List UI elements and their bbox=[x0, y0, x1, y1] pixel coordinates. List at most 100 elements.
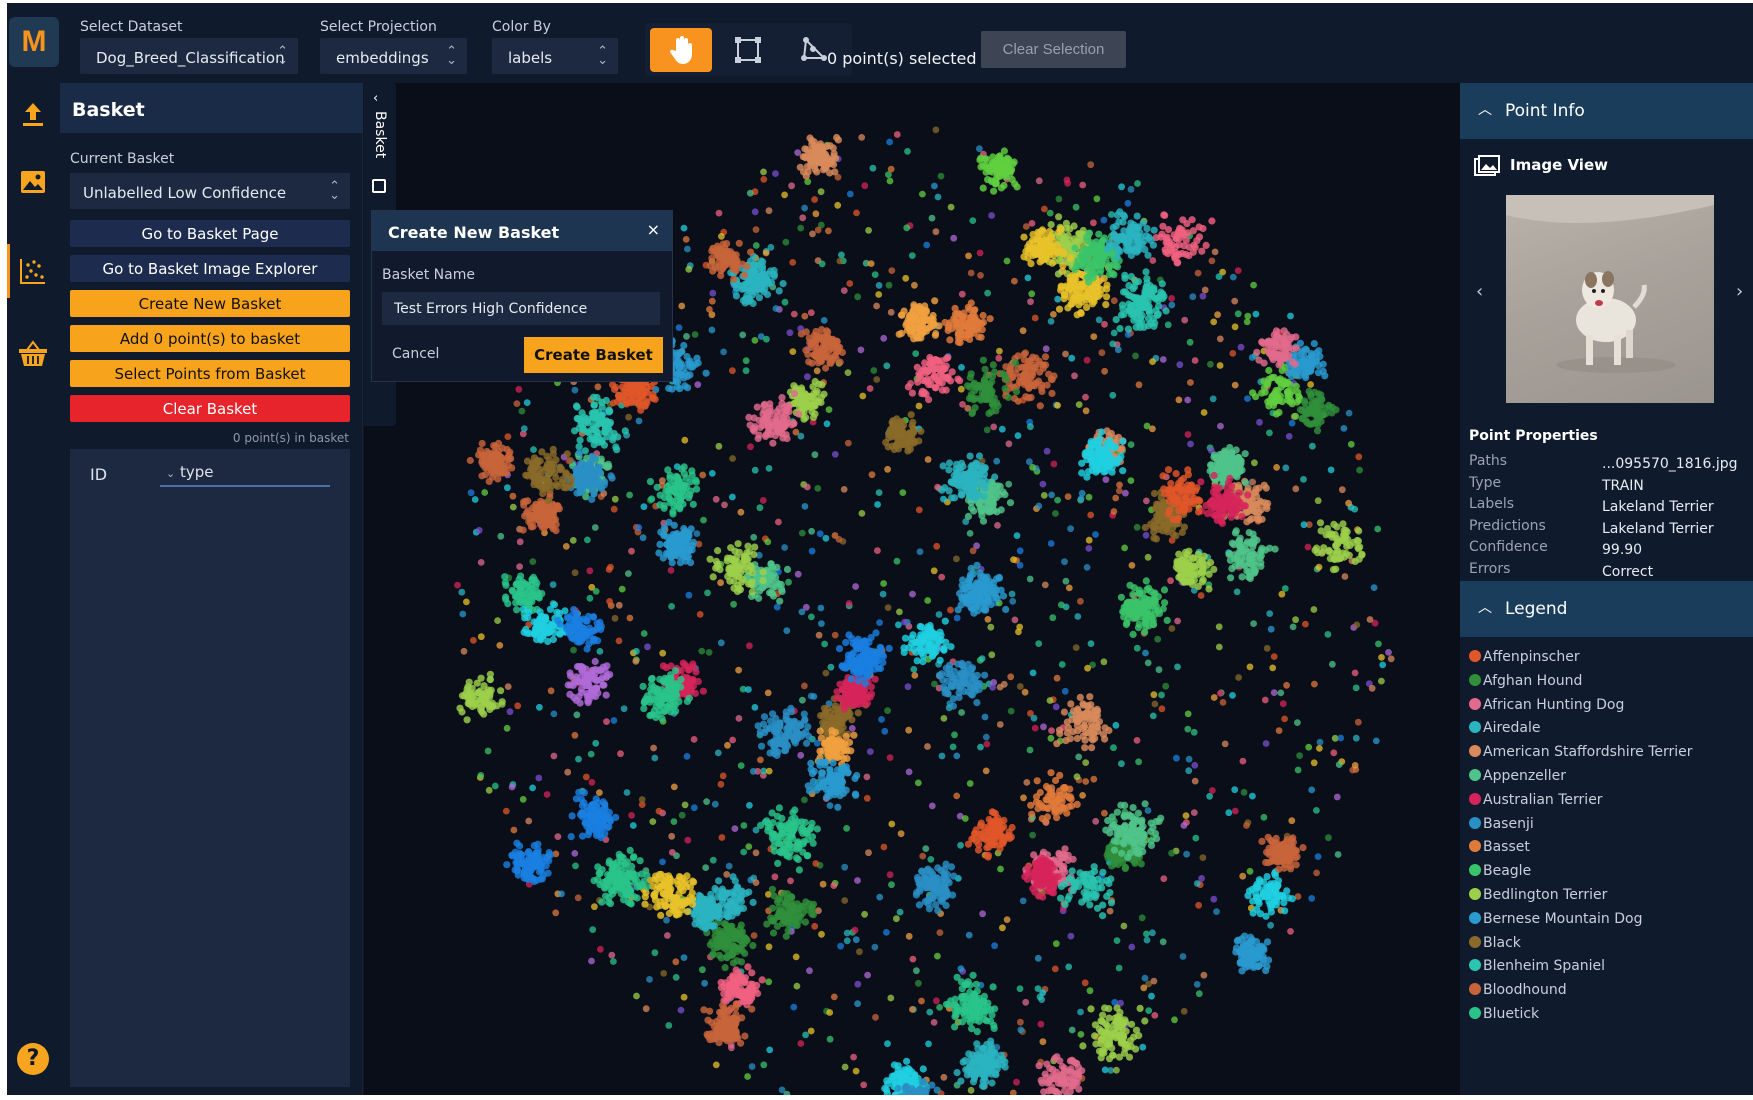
scatter-point[interactable] bbox=[1102, 1028, 1110, 1036]
scatter-point[interactable] bbox=[519, 605, 527, 613]
scatter-point[interactable] bbox=[1235, 674, 1242, 681]
scatter-point[interactable] bbox=[886, 138, 893, 146]
scatter-point[interactable] bbox=[1187, 440, 1194, 448]
scatter-point[interactable] bbox=[519, 796, 527, 803]
scatter-point[interactable] bbox=[823, 713, 832, 721]
scatter-point[interactable] bbox=[843, 937, 851, 945]
scatter-point[interactable] bbox=[1138, 842, 1146, 850]
scatter-point[interactable] bbox=[989, 498, 997, 506]
scatter-point[interactable] bbox=[629, 822, 637, 829]
scatter-point[interactable] bbox=[1213, 465, 1221, 473]
scatter-point[interactable] bbox=[949, 891, 957, 899]
scatter-point[interactable] bbox=[1141, 800, 1149, 808]
scatter-point[interactable] bbox=[1201, 286, 1209, 294]
scatter-point[interactable] bbox=[1026, 746, 1034, 754]
scatter-point[interactable] bbox=[480, 682, 488, 690]
scatter-point[interactable] bbox=[532, 500, 540, 508]
scatter-point[interactable] bbox=[885, 281, 893, 289]
scatter-point[interactable] bbox=[1100, 658, 1108, 666]
scatter-point[interactable] bbox=[951, 731, 958, 739]
scatter-point[interactable] bbox=[751, 466, 759, 474]
scatter-point[interactable] bbox=[639, 534, 647, 542]
scatter-point[interactable] bbox=[592, 588, 600, 595]
scatter-point[interactable] bbox=[715, 951, 723, 959]
scatter-point[interactable] bbox=[681, 436, 689, 444]
scatter-point[interactable] bbox=[1244, 312, 1252, 320]
scatter-point[interactable] bbox=[702, 864, 710, 871]
scatter-point[interactable] bbox=[610, 958, 617, 965]
scatter-point[interactable] bbox=[1098, 1018, 1106, 1026]
scatter-point[interactable] bbox=[763, 335, 770, 343]
scatter-point[interactable] bbox=[598, 438, 606, 446]
scatter-point[interactable] bbox=[925, 1040, 932, 1048]
scatter-point[interactable] bbox=[1125, 811, 1133, 819]
scatter-point[interactable] bbox=[752, 849, 760, 857]
scatter-point[interactable] bbox=[953, 614, 961, 622]
scatter-point[interactable] bbox=[1102, 476, 1110, 483]
scatter-point[interactable] bbox=[573, 711, 581, 719]
scatter-point[interactable] bbox=[730, 600, 737, 608]
scatter-point[interactable] bbox=[831, 631, 839, 639]
scatter-point[interactable] bbox=[1132, 323, 1140, 331]
scatter-point[interactable] bbox=[486, 688, 494, 696]
scatter-point[interactable] bbox=[625, 413, 632, 421]
scatter-point[interactable] bbox=[1309, 442, 1316, 450]
scatter-point[interactable] bbox=[1234, 267, 1242, 274]
scatter-point[interactable] bbox=[652, 713, 660, 722]
scatter-point[interactable] bbox=[1248, 515, 1256, 523]
scatter-point[interactable] bbox=[1042, 1073, 1050, 1082]
scatter-point[interactable] bbox=[700, 516, 707, 524]
scatter-point[interactable] bbox=[854, 877, 861, 884]
scatter-point[interactable] bbox=[1031, 314, 1039, 322]
scatter-point[interactable] bbox=[491, 782, 499, 790]
scatter-point[interactable] bbox=[1141, 296, 1149, 304]
scatter-point[interactable] bbox=[964, 512, 973, 520]
scatter-point[interactable] bbox=[485, 786, 493, 794]
scatter-point[interactable] bbox=[668, 849, 676, 856]
scatter-point[interactable] bbox=[508, 783, 516, 791]
scatter-point[interactable] bbox=[1054, 496, 1061, 504]
scatter-point[interactable] bbox=[554, 833, 562, 840]
scatter-point[interactable] bbox=[1009, 597, 1017, 605]
scatter-point[interactable] bbox=[591, 524, 599, 531]
scatter-point[interactable] bbox=[1125, 1053, 1134, 1061]
scatter-point[interactable] bbox=[909, 590, 916, 598]
scatter-point[interactable] bbox=[720, 348, 727, 356]
scatter-point[interactable] bbox=[948, 683, 956, 691]
scatter-point[interactable] bbox=[801, 503, 809, 510]
scatter-point[interactable] bbox=[1313, 807, 1320, 814]
scatter-point[interactable] bbox=[785, 578, 792, 586]
scatter-point[interactable] bbox=[797, 224, 805, 232]
scatter-point[interactable] bbox=[1210, 694, 1218, 701]
scatter-point[interactable] bbox=[1151, 830, 1160, 838]
scatter-point[interactable] bbox=[1210, 451, 1219, 459]
scatter-point[interactable] bbox=[1083, 564, 1091, 571]
scatter-point[interactable] bbox=[1062, 1074, 1070, 1082]
scatter-point[interactable] bbox=[820, 317, 828, 324]
scatter-point[interactable] bbox=[1106, 907, 1114, 915]
scatter-point[interactable] bbox=[698, 647, 706, 655]
scatter-point[interactable] bbox=[818, 930, 825, 938]
scatter-point[interactable] bbox=[1133, 849, 1141, 857]
scatter-point[interactable] bbox=[1251, 459, 1258, 467]
scatter-point[interactable] bbox=[1021, 349, 1029, 357]
scatter-point[interactable] bbox=[1257, 559, 1265, 567]
scatter-point[interactable] bbox=[1304, 543, 1312, 551]
scatter-point[interactable] bbox=[481, 489, 489, 496]
scatter-point[interactable] bbox=[1265, 366, 1273, 375]
scatter-point[interactable] bbox=[477, 559, 485, 566]
scatter-point[interactable] bbox=[868, 471, 876, 479]
scatter-point[interactable] bbox=[794, 570, 802, 578]
scatter-point[interactable] bbox=[1233, 473, 1241, 481]
scatter-point[interactable] bbox=[1115, 831, 1123, 839]
scatter-point[interactable] bbox=[922, 845, 930, 852]
dataset-select[interactable]: Dog_Breed_Classification ⌃ ⌄ bbox=[80, 38, 298, 74]
scatter-point[interactable] bbox=[866, 385, 874, 392]
scatter-point[interactable] bbox=[1316, 745, 1323, 752]
scatter-point[interactable] bbox=[723, 871, 731, 878]
scatter-point[interactable] bbox=[1250, 540, 1258, 548]
scatter-point[interactable] bbox=[808, 547, 816, 555]
scatter-point[interactable] bbox=[676, 385, 684, 393]
scatter-point[interactable] bbox=[1135, 381, 1143, 389]
scatter-point[interactable] bbox=[848, 725, 856, 732]
